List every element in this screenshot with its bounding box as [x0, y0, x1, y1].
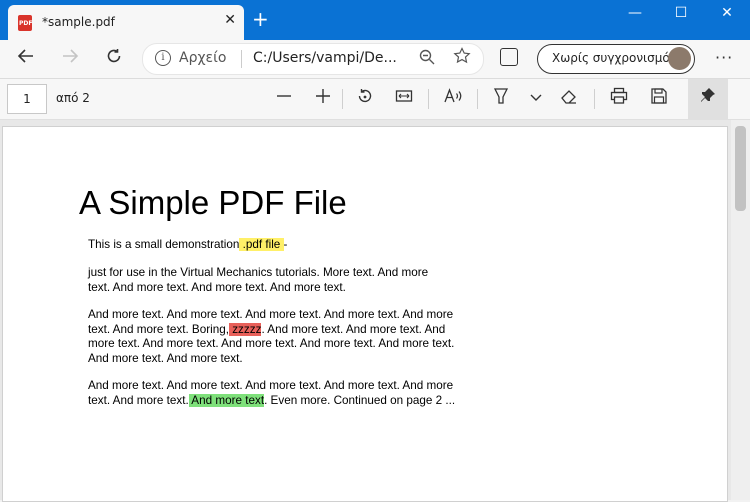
chevron-down-icon — [530, 94, 542, 101]
forward-button[interactable] — [58, 47, 82, 71]
title-bar: PDF *sample.pdf ✕ + — ☐ ✕ — [0, 0, 750, 40]
zoom-out-button[interactable] — [272, 87, 296, 111]
refresh-button[interactable] — [102, 47, 126, 71]
fit-to-page-icon — [395, 90, 413, 102]
minus-icon — [277, 95, 291, 97]
red-highlight[interactable]: zzzzz — [228, 322, 262, 336]
new-tab-button[interactable]: + — [252, 9, 269, 29]
paragraph-2: just for use in the Virtual Mechanics tu… — [88, 266, 429, 294]
yellow-highlight[interactable]: .pdf file — [239, 238, 284, 251]
favorite-star-icon[interactable] — [453, 47, 471, 70]
pdf-toolbar: 1 από 2 — [0, 79, 750, 120]
pdf-file-icon-text: PDF — [19, 20, 33, 27]
collections-icon[interactable] — [500, 48, 518, 66]
refresh-icon — [107, 49, 121, 63]
scrollbar-thumb[interactable] — [735, 126, 746, 211]
toolbar-divider — [428, 89, 429, 109]
address-divider — [241, 50, 242, 68]
back-button[interactable] — [14, 47, 38, 71]
more-menu-icon[interactable]: ··· — [715, 48, 733, 67]
paragraph-4-end: . Even more. Continued on page 2 ... — [264, 393, 456, 407]
page-number-input[interactable]: 1 — [7, 84, 47, 114]
address-bar[interactable]: i Αρχείο C:/Users/vampi/De... — [142, 43, 484, 75]
address-scheme: Αρχείο — [179, 50, 227, 66]
plus-icon — [316, 89, 330, 103]
paragraph-1: This is a small demonstration .pdf file … — [88, 238, 468, 253]
toolbar-divider — [594, 89, 595, 109]
print-button[interactable] — [607, 87, 631, 111]
draw-button[interactable] — [489, 87, 513, 111]
page-count-label: από 2 — [56, 91, 90, 105]
paragraph-1-text: This is a small demonstration — [88, 238, 240, 251]
address-url[interactable]: C:/Users/vampi/De... — [253, 50, 397, 66]
avatar — [668, 47, 691, 70]
paragraph-3: And more text. And more text. And more t… — [88, 308, 468, 366]
save-button[interactable] — [647, 87, 671, 111]
draw-icon — [493, 88, 509, 104]
toolbar-divider — [342, 89, 343, 109]
erase-button[interactable] — [557, 87, 581, 111]
info-icon[interactable]: i — [155, 50, 171, 66]
draw-options-button[interactable] — [524, 87, 548, 111]
back-arrow-icon — [17, 49, 33, 63]
read-aloud-icon — [444, 88, 462, 103]
close-window-button[interactable]: ✕ — [704, 0, 750, 28]
green-highlight[interactable]: And more text — [188, 393, 265, 407]
eraser-icon — [561, 90, 576, 104]
print-icon — [610, 87, 628, 104]
pin-toolbar-button[interactable] — [688, 79, 728, 119]
maximize-button[interactable]: ☐ — [658, 0, 704, 28]
pdf-page: A Simple PDF File This is a small demons… — [2, 126, 728, 502]
zoom-in-button[interactable] — [311, 87, 335, 111]
toolbar-divider — [477, 89, 478, 109]
zoom-icon[interactable] — [419, 49, 435, 69]
save-icon — [651, 88, 667, 104]
profile-label: Χωρίς συγχρονισμό — [552, 51, 670, 65]
tab-title: *sample.pdf — [42, 15, 115, 29]
pdf-viewer: A Simple PDF File This is a small demons… — [0, 120, 731, 502]
read-aloud-button[interactable] — [441, 87, 465, 111]
pdf-file-icon: PDF — [18, 15, 32, 31]
minimize-button[interactable]: — — [612, 0, 658, 28]
navigation-bar: i Αρχείο C:/Users/vampi/De... Χωρίς συγχ… — [0, 40, 750, 79]
vertical-scrollbar[interactable] — [731, 120, 750, 500]
document-title: A Simple PDF File — [79, 184, 347, 221]
rotate-icon — [358, 89, 372, 103]
forward-arrow-icon — [63, 49, 79, 63]
pin-icon — [701, 88, 715, 102]
profile-button[interactable]: Χωρίς συγχρονισμό — [537, 44, 695, 74]
paragraph-4: And more text. And more text. And more t… — [88, 379, 468, 408]
browser-tab[interactable]: PDF *sample.pdf ✕ — [8, 5, 244, 40]
fit-page-button[interactable] — [392, 87, 416, 111]
rotate-button[interactable] — [353, 87, 377, 111]
tab-close-icon[interactable]: ✕ — [224, 12, 236, 28]
paragraph-1-end: - — [283, 238, 288, 251]
